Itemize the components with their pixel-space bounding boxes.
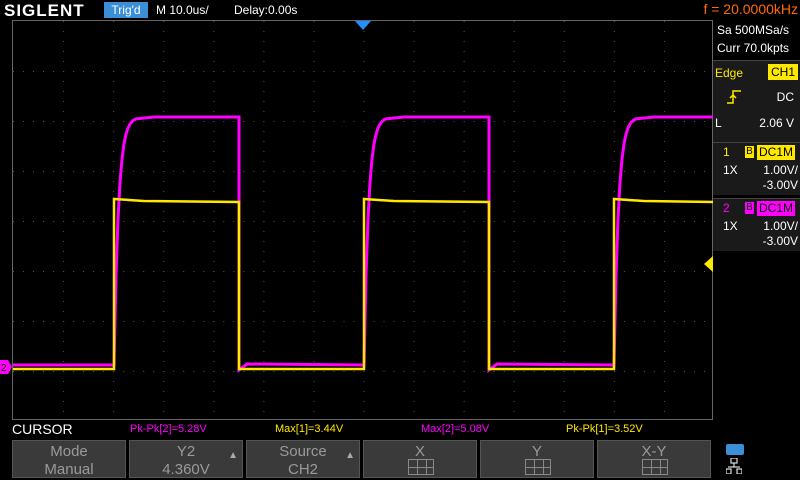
channel-2-ground-marker[interactable]: 2 [0, 360, 12, 374]
channel-2-bandwidth-limit-badge: B [745, 202, 754, 214]
system-status-area [720, 440, 760, 478]
waveform-svg [13, 21, 714, 412]
measurement-bar: CURSOR Pk-Pk[2]=5.28V Max[1]=3.44V Max[2… [0, 420, 800, 438]
storage-icon [726, 444, 744, 455]
delay-readout: Delay:0.00s [234, 3, 298, 17]
xy-cursor-icon [642, 459, 668, 475]
trigger-level-label: L [715, 116, 722, 130]
mode-softkey[interactable]: Mode Manual [12, 440, 126, 478]
channel-2-probe: 1X [723, 219, 738, 233]
measurement-pkpk-ch2: Pk-Pk[2]=5.28V [130, 423, 207, 435]
y-cursor-softkey[interactable]: Y [480, 440, 594, 478]
rising-edge-icon [727, 90, 741, 104]
memory-depth: Curr 70.0kpts [717, 41, 790, 55]
channel-2-coupling-badge: DC1M [757, 201, 796, 216]
channel-2-offset: -3.00V [762, 234, 798, 248]
channel-1-panel[interactable]: 1 B DC1M 1X 1.00V/ -3.00V [713, 142, 800, 195]
measurement-pkpk-ch1: Pk-Pk[1]=3.52V [566, 423, 643, 435]
x-cursor-softkey-title: X [414, 443, 425, 460]
menu-title: CURSOR [12, 421, 73, 437]
adjust-knob-icon: ▲ [345, 450, 355, 461]
channel-2-scale: 1.00V/ [763, 219, 798, 233]
y2-softkey-title: Y2 [176, 443, 196, 460]
sample-rate: Sa 500MSa/s [717, 23, 790, 37]
y-cursor-softkey-title: Y [531, 443, 542, 460]
x-cursor-icon [408, 459, 434, 475]
source-softkey-value: CH2 [287, 461, 318, 478]
source-softkey-title: Source [279, 443, 327, 460]
trigger-level-value: 2.06 V [759, 116, 794, 130]
channel-1-bandwidth-limit-badge: B [745, 146, 754, 158]
measurement-max-ch1: Max[1]=3.44V [275, 423, 344, 435]
channel-2-ground-label: 2 [1, 363, 7, 374]
adjust-knob-icon: ▲ [228, 450, 238, 461]
mode-softkey-title: Mode [50, 443, 88, 460]
frequency-readout: f = 20.0000kHz [703, 1, 798, 17]
waveform-display[interactable] [12, 20, 714, 420]
channel-1-coupling-badge: DC1M [757, 145, 796, 160]
channel-2-panel[interactable]: 2 B DC1M 1X 1.00V/ -3.00V [713, 198, 800, 251]
channel-1-number: 1 [723, 145, 730, 159]
trigger-level-marker[interactable] [703, 256, 713, 272]
brand-logo: SIGLENT [4, 1, 85, 20]
measurement-max-ch2: Max[2]=5.08V [421, 423, 490, 435]
channel-1-offset: -3.00V [762, 178, 798, 192]
channel-2-number: 2 [723, 201, 730, 215]
xy-cursor-softkey-title: X-Y [641, 443, 667, 460]
xy-cursor-softkey[interactable]: X-Y [597, 440, 711, 478]
mode-softkey-value: Manual [44, 461, 94, 478]
trigger-position-marker[interactable] [355, 21, 371, 30]
x-cursor-softkey[interactable]: X [363, 440, 477, 478]
softkey-bar: Mode Manual Y2 4.360V ▲ Source CH2 ▲ X Y… [0, 438, 800, 480]
trigger-source-badge: CH1 [767, 64, 798, 80]
network-icon [726, 458, 742, 474]
source-softkey[interactable]: Source CH2 ▲ [246, 440, 360, 478]
y2-softkey[interactable]: Y2 4.360V ▲ [129, 440, 243, 478]
y2-softkey-value: 4.360V [162, 461, 210, 478]
channel-1-probe: 1X [723, 163, 738, 177]
trigger-coupling: DC [776, 90, 794, 104]
top-status-bar: SIGLENT Trig'd M 10.0us/ Delay:0.00s f =… [0, 0, 800, 20]
trigger-status-badge: Trig'd [104, 2, 148, 18]
trigger-type: Edge [715, 66, 744, 80]
channel-1-scale: 1.00V/ [763, 163, 798, 177]
y-cursor-icon [525, 459, 551, 475]
timebase-readout: M 10.0us/ [156, 3, 209, 17]
right-info-panel: Sa 500MSa/s Curr 70.0kpts Edge CH1 DC L … [713, 20, 800, 420]
